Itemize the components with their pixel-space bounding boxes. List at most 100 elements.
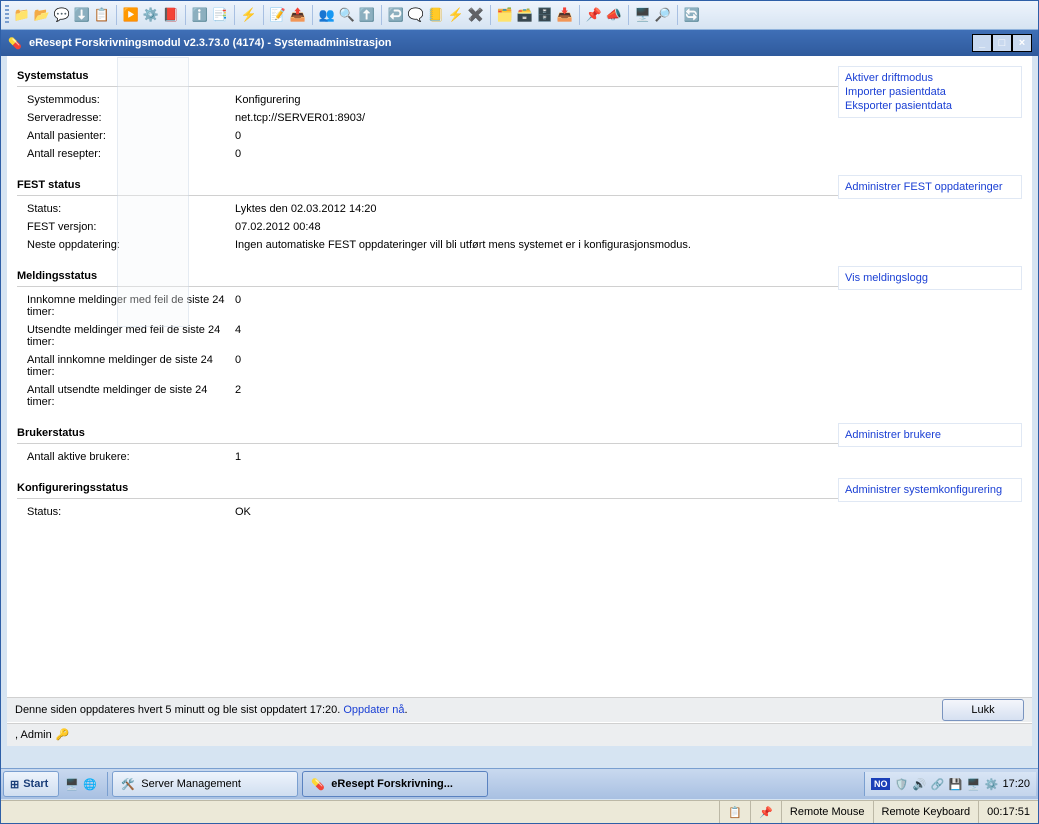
link-oppdater-na[interactable]: Oppdater nå: [343, 704, 404, 716]
konfig-links: Administrer systemkonfigurering: [838, 478, 1022, 502]
window-titlebar: 💊 eResept Forskrivningsmodul v2.3.73.0 (…: [1, 30, 1038, 56]
value: OK: [235, 506, 1022, 518]
bruker-links: Administrer brukere: [838, 423, 1022, 447]
toolbar-icon[interactable]: 📁: [13, 6, 31, 24]
start-button[interactable]: ⊞ Start: [3, 771, 59, 797]
label: Antall aktive brukere:: [27, 451, 235, 463]
show-desktop-icon[interactable]: 🖥️: [65, 777, 79, 791]
label: Status:: [27, 506, 235, 518]
systemstatus-links: Aktiver driftmodus Importer pasientdata …: [838, 66, 1022, 118]
toolbar-separator: [185, 5, 186, 25]
label: Systemmodus:: [27, 94, 235, 106]
tray-icon[interactable]: 🔊: [912, 777, 926, 791]
toolbar-icon[interactable]: 🖥️: [634, 6, 652, 24]
toolbar-icon[interactable]: 🗄️: [536, 6, 554, 24]
task-server-management[interactable]: 🛠️ Server Management: [112, 771, 298, 797]
toolbar-separator: [579, 5, 580, 25]
tray-icon[interactable]: 🛡️: [894, 777, 908, 791]
toolbar-icon[interactable]: 🔍: [338, 6, 356, 24]
toolbar-icon[interactable]: 🗃️: [516, 6, 534, 24]
tray-icon[interactable]: 🔗: [930, 777, 944, 791]
toolbar-separator: [263, 5, 264, 25]
key-icon: 🔑: [56, 728, 70, 742]
toolbar-icon[interactable]: ⬆️: [358, 6, 376, 24]
toolbar-icon[interactable]: ▶️: [122, 6, 140, 24]
label: Antall pasienter:: [27, 130, 235, 142]
toolbar-icon[interactable]: 📑: [211, 6, 229, 24]
value: 07.02.2012 00:48: [235, 221, 1022, 233]
app-icon: 💊: [7, 35, 23, 51]
toolbar-icon[interactable]: ✖️: [467, 6, 485, 24]
app-body: Aktiver driftmodus Importer pasientdata …: [7, 56, 1032, 746]
toolbar-icon[interactable]: 🔄: [683, 6, 701, 24]
link-administrer-fest[interactable]: Administrer FEST oppdateringer: [845, 180, 1015, 194]
section-konfig: Administrer systemkonfigurering Konfigur…: [17, 478, 1022, 527]
toolbar-icon[interactable]: 📌: [585, 6, 603, 24]
toolbar-icon[interactable]: 📕: [162, 6, 180, 24]
windows-logo-icon: ⊞: [10, 778, 19, 791]
link-administrer-brukere[interactable]: Administrer brukere: [845, 428, 1015, 442]
toolbar-icon[interactable]: 🗂️: [496, 6, 514, 24]
toolbar-separator: [381, 5, 382, 25]
toolbar-icon[interactable]: ↩️: [387, 6, 405, 24]
maximize-button[interactable]: □: [992, 34, 1012, 52]
toolbar-icon[interactable]: 📝: [269, 6, 287, 24]
toolbar-icon[interactable]: 📋: [93, 6, 111, 24]
label: Utsendte meldinger med feil de siste 24 …: [27, 324, 235, 348]
toolbar-icon[interactable]: ⬇️: [73, 6, 91, 24]
toolbar-icon[interactable]: 📤: [289, 6, 307, 24]
windows-taskbar: ⊞ Start 🖥️ 🌐 🛠️ Server Management 💊 eRes…: [1, 768, 1038, 799]
tray-icon[interactable]: ⚙️: [984, 777, 998, 791]
toolbar-icon[interactable]: 🗨️: [407, 6, 425, 24]
toolbar-icon[interactable]: ⚡: [447, 6, 465, 24]
melding-links: Vis meldingslogg: [838, 266, 1022, 290]
task-eresept[interactable]: 💊 eResept Forskrivning...: [302, 771, 488, 797]
value: 0: [235, 294, 1022, 306]
remote-doc-icon[interactable]: 📋: [728, 805, 742, 819]
section-fest: Administrer FEST oppdateringer FEST stat…: [17, 175, 1022, 260]
toolbar-icon[interactable]: 📥: [556, 6, 574, 24]
value: 1: [235, 451, 1022, 463]
toolbar-icon[interactable]: 🔎: [654, 6, 672, 24]
remote-mouse-label[interactable]: Remote Mouse: [781, 801, 873, 823]
remote-pin-icon[interactable]: 📌: [759, 805, 773, 819]
minimize-button[interactable]: _: [972, 34, 992, 52]
tray-icon[interactable]: 💾: [948, 777, 962, 791]
toolbar-separator: [234, 5, 235, 25]
label: Antall resepter:: [27, 148, 235, 160]
lukk-button[interactable]: Lukk: [942, 699, 1024, 721]
link-administrer-systemkonfig[interactable]: Administrer systemkonfigurering: [845, 483, 1015, 497]
toolbar-icon[interactable]: 📒: [427, 6, 445, 24]
toolbar-icon[interactable]: 📣: [605, 6, 623, 24]
toolbar-icon[interactable]: ℹ️: [191, 6, 209, 24]
toolbar-separator: [490, 5, 491, 25]
label: Antall utsendte meldinger de siste 24 ti…: [27, 384, 235, 408]
value: 0: [235, 354, 1022, 366]
label: Serveradresse:: [27, 112, 235, 124]
language-indicator[interactable]: NO: [871, 778, 891, 790]
toolbar-icon[interactable]: 👥: [318, 6, 336, 24]
link-eksporter-pasientdata[interactable]: Eksporter pasientdata: [845, 99, 1015, 113]
value: Lyktes den 02.03.2012 14:20: [235, 203, 1022, 215]
toolbar-separator: [628, 5, 629, 25]
remote-keyboard-label[interactable]: Remote Keyboard: [873, 801, 979, 823]
status-bar: , Admin 🔑: [7, 723, 1032, 746]
taskbar-clock[interactable]: 17:20: [1002, 778, 1030, 790]
toolbar-icon[interactable]: 📂: [33, 6, 51, 24]
toolbar-icon[interactable]: ⚡: [240, 6, 258, 24]
tray-icon[interactable]: 🖥️: [966, 777, 980, 791]
link-importer-pasientdata[interactable]: Importer pasientdata: [845, 85, 1015, 99]
section-melding: Vis meldingslogg Meldingsstatus Innkomne…: [17, 266, 1022, 417]
link-aktiver-driftmodus[interactable]: Aktiver driftmodus: [845, 71, 1015, 85]
ie-icon[interactable]: 🌐: [83, 777, 97, 791]
start-label: Start: [23, 778, 48, 790]
taskbar-separator: [107, 772, 108, 796]
value: 0: [235, 130, 1022, 142]
toolbar-icon[interactable]: ⚙️: [142, 6, 160, 24]
status-user: , Admin: [15, 729, 52, 741]
toolbar-grip[interactable]: [5, 5, 9, 25]
link-vis-meldingslogg[interactable]: Vis meldingslogg: [845, 271, 1015, 285]
system-tray: NO 🛡️ 🔊 🔗 💾 🖥️ ⚙️ 17:20: [864, 772, 1036, 796]
close-button[interactable]: ×: [1012, 34, 1032, 52]
toolbar-icon[interactable]: 💬: [53, 6, 71, 24]
